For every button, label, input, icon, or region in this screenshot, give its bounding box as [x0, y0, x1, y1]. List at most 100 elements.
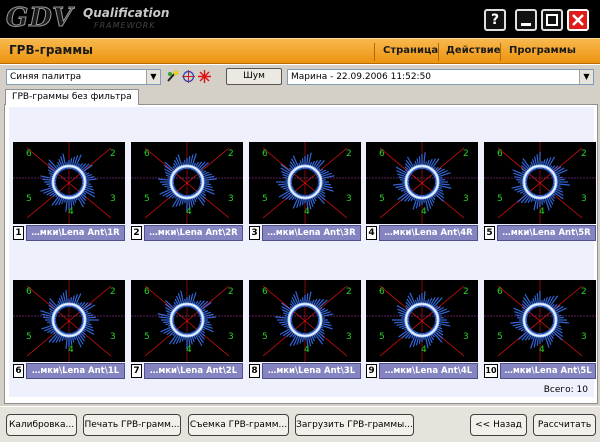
grv-tile[interactable]: 6 2 5 3 4 5 …мки\Lena Ant\5R [484, 142, 596, 250]
tile-number: 9 [366, 364, 377, 378]
load-button[interactable]: Загрузить ГРВ-граммы... [295, 414, 414, 436]
sector-label: 2 [581, 149, 587, 159]
dropdown-arrow-icon[interactable]: ▼ [146, 70, 160, 84]
grv-image[interactable]: 6 2 5 3 4 [484, 280, 596, 362]
menu-separator [438, 43, 439, 61]
sector-label: 6 [26, 149, 32, 159]
tile-number: 10 [484, 364, 498, 378]
help-button[interactable]: ? [484, 9, 506, 31]
menu-action[interactable]: Действие [446, 45, 501, 56]
tile-label[interactable]: …мки\Lena Ant\3R [262, 225, 361, 241]
menu-programs[interactable]: Программы [509, 45, 576, 56]
page-header: ГРВ-граммы Страница Действие Программы [0, 38, 600, 64]
sector-label: 5 [497, 194, 503, 204]
grv-tile[interactable]: 6 2 5 3 4 9 …мки\Lena Ant\4L [366, 280, 478, 388]
sector-label: 5 [144, 332, 150, 342]
close-icon [572, 14, 584, 26]
calibration-button[interactable]: Калибровка... [6, 414, 77, 436]
grv-image[interactable]: 6 2 5 3 4 [13, 280, 125, 362]
maximize-button[interactable] [541, 9, 563, 31]
content-area: ГРВ-граммы без фильтра 6 2 5 3 4 1 …мки\Lena A… [0, 88, 600, 406]
sector-label: 5 [26, 332, 32, 342]
tile-number: 3 [249, 226, 260, 240]
noise-button[interactable]: Шум [226, 68, 282, 85]
sector-label: 4 [304, 345, 310, 355]
tile-number: 8 [249, 364, 260, 378]
sector-label: 6 [379, 287, 385, 297]
grv-image[interactable]: 6 2 5 3 4 [366, 280, 478, 362]
grv-tile[interactable]: 6 2 5 3 4 3 …мки\Lena Ant\3R [249, 142, 361, 250]
total-count: Всего: 10 [543, 385, 588, 395]
shoot-button[interactable]: Съемка ГРВ-грамм... [188, 414, 289, 436]
grv-image[interactable]: 6 2 5 3 4 [249, 280, 361, 362]
tile-number: 5 [484, 226, 495, 240]
bottom-bar: Калибровка... Печать ГРВ-грамм... Съемка… [0, 406, 600, 442]
palette-select[interactable]: Синяя палитра ▼ [6, 69, 161, 85]
tile-label[interactable]: …мки\Lena Ant\2L [144, 363, 243, 379]
tile-label[interactable]: …мки\Lena Ant\3L [262, 363, 361, 379]
tile-label[interactable]: …мки\Lena Ant\5R [497, 225, 596, 241]
grv-grid: 6 2 5 3 4 1 …мки\Lena Ant\1R 6 2 5 3 4 2 …мки\Lena An… [9, 107, 596, 397]
tile-number: 1 [13, 226, 24, 240]
sector-label: 6 [262, 287, 268, 297]
tile-number: 7 [131, 364, 142, 378]
sector-label: 2 [463, 287, 469, 297]
grv-image[interactable]: 6 2 5 3 4 [366, 142, 478, 224]
help-icon: ? [490, 12, 500, 28]
sector-label: 3 [110, 332, 116, 342]
grv-tile[interactable]: 6 2 5 3 4 4 …мки\Lena Ant\4R [366, 142, 478, 250]
grv-tile[interactable]: 6 2 5 3 4 10 …мки\Lena Ant\5L [484, 280, 596, 388]
back-button[interactable]: << Назад [470, 414, 527, 436]
sector-label: 3 [581, 332, 587, 342]
sector-label: 5 [262, 332, 268, 342]
close-button[interactable] [567, 9, 589, 31]
sector-label: 2 [228, 149, 234, 159]
sector-label: 6 [144, 149, 150, 159]
sector-label: 4 [539, 207, 545, 217]
target-icon[interactable] [182, 70, 195, 83]
tile-label[interactable]: …мки\Lena Ant\5L [500, 363, 596, 379]
grv-tile[interactable]: 6 2 5 3 4 1 …мки\Lena Ant\1R [13, 142, 125, 250]
grv-tile[interactable]: 6 2 5 3 4 2 …мки\Lena Ant\2R [131, 142, 243, 250]
grv-tile[interactable]: 6 2 5 3 4 8 …мки\Lena Ant\3L [249, 280, 361, 388]
tile-label[interactable]: …мки\Lena Ant\2R [144, 225, 243, 241]
grv-image[interactable]: 6 2 5 3 4 [13, 142, 125, 224]
sector-label: 6 [497, 287, 503, 297]
grv-tile[interactable]: 6 2 5 3 4 7 …мки\Lena Ant\2L [131, 280, 243, 388]
grv-image[interactable]: 6 2 5 3 4 [249, 142, 361, 224]
tile-number: 2 [131, 226, 142, 240]
page-title: ГРВ-граммы [9, 43, 93, 57]
asterisk-icon[interactable] [198, 70, 211, 83]
grv-image[interactable]: 6 2 5 3 4 [131, 280, 243, 362]
grv-image[interactable]: 6 2 5 3 4 [484, 142, 596, 224]
grv-image[interactable]: 6 2 5 3 4 [131, 142, 243, 224]
sector-label: 2 [463, 149, 469, 159]
tile-number: 6 [13, 364, 24, 378]
sector-label: 5 [262, 194, 268, 204]
app-logo: GDV [5, 3, 74, 34]
grv-tile[interactable]: 6 2 5 3 4 6 …мки\Lena Ant\1L [13, 280, 125, 388]
tile-label[interactable]: …мки\Lena Ant\1R [26, 225, 125, 241]
sector-label: 4 [539, 345, 545, 355]
print-button[interactable]: Печать ГРВ-грамм... [83, 414, 181, 436]
tile-label[interactable]: …мки\Lena Ant\4L [379, 363, 478, 379]
sector-label: 6 [262, 149, 268, 159]
sector-label: 2 [228, 287, 234, 297]
dropdown-arrow-icon[interactable]: ▼ [579, 70, 593, 84]
tile-label[interactable]: …мки\Lena Ant\1L [26, 363, 125, 379]
tile-label[interactable]: …мки\Lena Ant\4R [379, 225, 478, 241]
calculate-button[interactable]: Рассчитать [533, 414, 596, 436]
minimize-button[interactable] [515, 9, 537, 31]
menu-page[interactable]: Страница [383, 45, 438, 56]
sector-label: 3 [228, 332, 234, 342]
sector-label: 6 [497, 149, 503, 159]
sector-label: 3 [581, 194, 587, 204]
sector-label: 4 [68, 345, 74, 355]
menu-separator [374, 43, 375, 61]
session-select[interactable]: Марина - 22.09.2006 11:52:50 ▼ [287, 69, 594, 85]
sector-label: 4 [304, 207, 310, 217]
sector-label: 4 [186, 345, 192, 355]
maximize-icon [546, 14, 558, 26]
palette-icon[interactable] [166, 70, 179, 83]
tab-unfiltered[interactable]: ГРВ-граммы без фильтра [5, 89, 139, 105]
